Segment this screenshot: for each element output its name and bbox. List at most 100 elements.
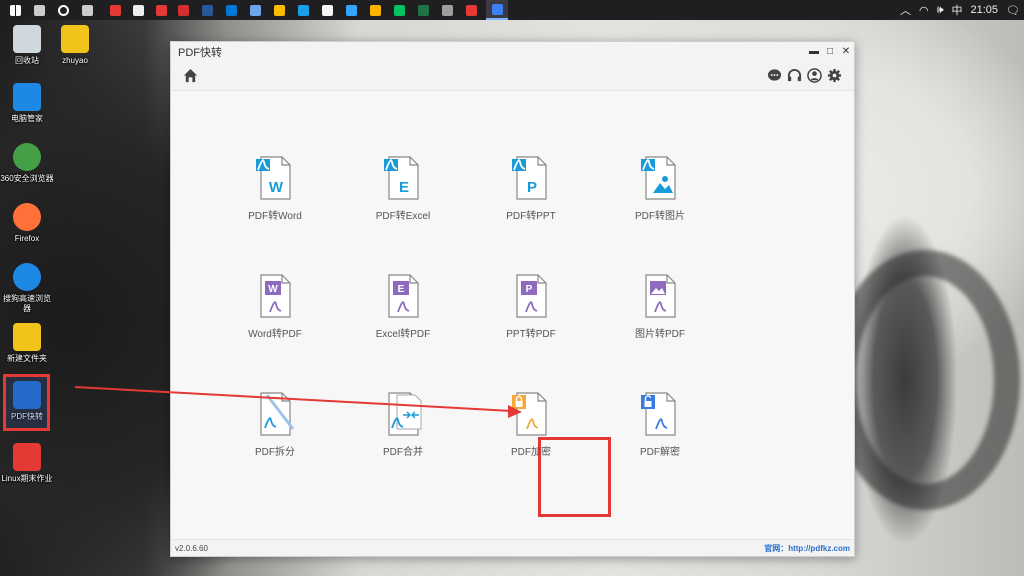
tool-tile-label: PDF合并 <box>383 447 423 458</box>
taskbar-search-icon[interactable] <box>28 0 50 20</box>
pdf-file-icon <box>13 443 41 471</box>
taskbar-app-icon[interactable] <box>244 0 266 20</box>
clock[interactable]: 21:05 <box>967 4 1003 16</box>
user-icon[interactable] <box>807 68 822 83</box>
desktop-icon-label: 搜狗高速浏览器 <box>3 294 51 313</box>
firefox-icon <box>13 203 41 231</box>
desktop-icon-label: 电脑管家 <box>11 114 43 123</box>
home-icon[interactable] <box>183 68 198 83</box>
desktop-icon-label: Firefox <box>14 234 40 243</box>
window-toolbar <box>171 61 854 91</box>
wallpaper-decoration <box>830 250 1020 510</box>
taskbar-pdfkz-icon[interactable] <box>486 0 508 20</box>
pdfkz-window: PDF快转 ▬ □ ✕ W PDF转Word E PDF转Excel P PDF… <box>170 41 855 557</box>
desktop-icon-pdf-file[interactable]: Linux期末作业 <box>0 443 54 484</box>
desktop-icon-sogou-browser[interactable]: 搜狗高速浏览器 <box>0 263 54 314</box>
tool-tile-label: PPT转PDF <box>506 329 556 340</box>
selection-highlight-box <box>3 374 50 431</box>
desktop-icon-pc-manager[interactable]: 电脑管家 <box>0 83 54 124</box>
tray-wifi-icon[interactable]: ◠ <box>915 4 933 17</box>
tool-tile-pdf-to-ppt[interactable]: P PDF转PPT <box>486 155 576 222</box>
taskbar-cortana-icon[interactable] <box>52 0 74 20</box>
excel-to-pdf-icon: E <box>388 274 419 318</box>
taskbar-media-icon[interactable] <box>436 0 458 20</box>
tool-tile-label: 图片转PDF <box>635 329 685 340</box>
chat-icon[interactable] <box>767 68 782 83</box>
tray-volume-icon[interactable]: 🕪 <box>933 4 948 17</box>
taskbar-photos-icon[interactable] <box>316 0 338 20</box>
window-footer: v2.0.6.60 官网：http://pdfkz.com <box>171 539 854 556</box>
pc-manager-icon <box>13 83 41 111</box>
taskbar-pdf-icon[interactable] <box>460 0 482 20</box>
tool-tile-image-to-pdf[interactable]: 图片转PDF <box>615 273 705 340</box>
pdf-encrypt-icon <box>512 392 547 436</box>
taskbar-photoshop-icon[interactable] <box>340 0 362 20</box>
pdf-decrypt-icon <box>641 392 676 436</box>
tool-tile-pdf-to-word[interactable]: W PDF转Word <box>230 155 320 222</box>
tool-tile-label: Excel转PDF <box>375 329 431 340</box>
settings-gear-icon[interactable] <box>827 68 842 83</box>
notification-icon[interactable]: 🗨 <box>1002 4 1024 17</box>
folder-zip-icon <box>13 323 41 351</box>
tool-tile-label: PDF转Word <box>248 211 302 222</box>
desktop-icon-label: 360安全浏览器 <box>0 174 54 183</box>
website-link[interactable]: 官网：http://pdfkz.com <box>764 543 850 554</box>
close-button[interactable]: ✕ <box>838 46 854 57</box>
svg-text:P: P <box>527 179 537 196</box>
tool-tile-label: PDF拆分 <box>255 447 295 458</box>
tool-tile-pdf-split[interactable]: PDF拆分 <box>230 391 320 458</box>
desktop-icon-zip[interactable]: zhuyao <box>48 25 102 66</box>
taskbar-game-icon[interactable] <box>364 0 386 20</box>
taskbar-app-icon[interactable] <box>150 0 172 20</box>
headset-icon[interactable] <box>787 68 802 83</box>
taskbar-edge-icon[interactable] <box>220 0 242 20</box>
taskbar-netease-music-icon[interactable] <box>104 0 126 20</box>
svg-text:P: P <box>526 284 533 295</box>
taskbar-start-icon[interactable] <box>4 0 26 20</box>
system-tray: ︿ ◠ 🕪 中 21:05 🗨 <box>896 0 1024 20</box>
ime-indicator[interactable]: 中 <box>948 2 967 18</box>
svg-text:E: E <box>398 284 405 295</box>
svg-text:W: W <box>268 284 278 295</box>
taskbar-chrome-icon[interactable] <box>268 0 290 20</box>
tool-tile-label: Word转PDF <box>248 329 302 340</box>
pdf-to-image-icon <box>641 156 676 200</box>
window-title: PDF快转 <box>178 46 222 59</box>
desktop-icon-label: zhuyao <box>62 56 88 65</box>
taskbar-taskview-icon[interactable] <box>76 0 98 20</box>
pdf-to-excel-icon: E <box>384 156 419 200</box>
window-titlebar[interactable]: PDF快转 ▬ □ ✕ <box>171 42 854 61</box>
svg-text:E: E <box>399 179 409 196</box>
pdf-merge-icon <box>388 392 422 436</box>
tool-tile-label: PDF解密 <box>640 447 680 458</box>
taskbar-word-icon[interactable] <box>196 0 218 20</box>
tool-tile-ppt-to-pdf[interactable]: P PPT转PDF <box>486 273 576 340</box>
tool-tile-pdf-encrypt[interactable]: PDF加密 <box>486 391 576 458</box>
tool-tile-label: PDF加密 <box>511 447 551 458</box>
taskbar-excel-icon[interactable] <box>412 0 434 20</box>
tray-chevron-icon[interactable]: ︿ <box>896 2 915 18</box>
desktop-icon-360-browser[interactable]: 360安全浏览器 <box>0 143 54 184</box>
taskbar-notepad-icon[interactable] <box>127 0 149 20</box>
desktop-icon-firefox[interactable]: Firefox <box>0 203 54 244</box>
image-to-pdf-icon <box>645 274 676 318</box>
maximize-button[interactable]: □ <box>822 46 838 57</box>
taskbar-wechat-icon[interactable] <box>388 0 410 20</box>
taskbar-qq-icon[interactable] <box>292 0 314 20</box>
tool-tile-pdf-to-excel[interactable]: E PDF转Excel <box>358 155 448 222</box>
tool-tile-pdf-to-image[interactable]: PDF转图片 <box>615 155 705 222</box>
taskbar: ︿ ◠ 🕪 中 21:05 🗨 <box>0 0 1024 20</box>
recycle-bin-icon <box>13 25 41 53</box>
tool-tile-pdf-merge[interactable]: PDF合并 <box>358 391 448 458</box>
desktop-icon-recycle-bin[interactable]: 回收站 <box>0 25 54 66</box>
tool-tile-word-to-pdf[interactable]: W Word转PDF <box>230 273 320 340</box>
tool-tile-pdf-decrypt[interactable]: PDF解密 <box>615 391 705 458</box>
pdf-split-icon <box>260 392 295 436</box>
desktop-icon-folder-zip[interactable]: 新建文件夹 <box>0 323 54 364</box>
taskbar-netease-icon[interactable] <box>172 0 194 20</box>
desktop-icon-label: 新建文件夹 <box>7 354 47 363</box>
tool-tile-excel-to-pdf[interactable]: E Excel转PDF <box>358 273 448 340</box>
minimize-button[interactable]: ▬ <box>806 46 822 57</box>
zip-icon <box>61 25 89 53</box>
pdf-to-word-icon: W <box>256 156 291 200</box>
